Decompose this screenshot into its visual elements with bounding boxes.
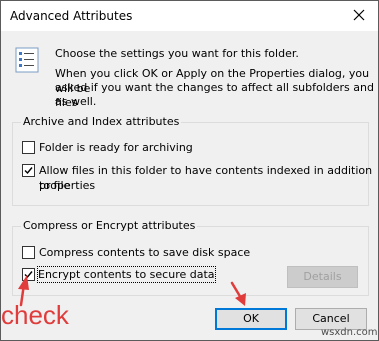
annotation-arrows [18, 275, 246, 307]
arrow-to-ok-button [230, 281, 246, 306]
watermark-text: wsxdn.com [321, 327, 378, 338]
check-annotation-text: check [1, 300, 69, 330]
